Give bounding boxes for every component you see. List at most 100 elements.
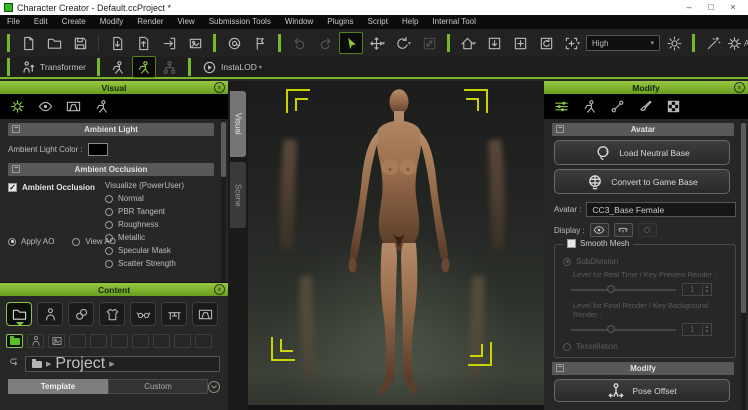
avatar-section-header[interactable]: −Avatar: [552, 123, 734, 136]
pose-offset-button[interactable]: Pose Offset: [554, 379, 730, 402]
apply-ao-radio-row[interactable]: Apply AO: [8, 237, 54, 246]
radio-icon[interactable]: [105, 195, 113, 203]
dock-tab-scene[interactable]: Scene: [230, 162, 246, 228]
modify-pose-tab[interactable]: [580, 97, 598, 117]
smooth-mesh-checkbox-row[interactable]: ✓ Smooth Mesh: [563, 239, 633, 248]
expand-content-chevron-icon[interactable]: [208, 381, 220, 393]
visualize-option-specular-mask[interactable]: Specular Mask: [105, 244, 184, 257]
visualize-option-pbr-tangent[interactable]: PBR Tangent: [105, 205, 184, 218]
avatar-name-field[interactable]: CC3_Base Female: [586, 202, 736, 217]
quality-dropdown[interactable]: High▾: [586, 35, 660, 51]
scrollbar-thumb[interactable]: [221, 122, 226, 177]
category-accessory-button[interactable]: [130, 302, 156, 326]
subcategory-actor-tab[interactable]: [27, 334, 44, 348]
menu-edit[interactable]: Edit: [27, 15, 55, 29]
menu-create[interactable]: Create: [55, 15, 93, 29]
modify-attribute-tab[interactable]: [552, 97, 570, 117]
visual-camera-tab[interactable]: [36, 97, 54, 117]
category-material-button[interactable]: [68, 302, 94, 326]
export-button[interactable]: [131, 32, 155, 54]
menu-window[interactable]: Window: [278, 15, 320, 29]
visual-shadow-tab[interactable]: [64, 97, 82, 117]
category-prop-button[interactable]: [161, 302, 187, 326]
menu-script[interactable]: Script: [361, 15, 395, 29]
display-lash-button[interactable]: [614, 223, 633, 237]
load-neutral-base-button[interactable]: Load Neutral Base: [554, 140, 730, 165]
select-tool-button[interactable]: [339, 32, 363, 54]
visualize-option-scatter-strength[interactable]: Scatter Strength: [105, 257, 184, 270]
radio-icon[interactable]: [72, 238, 80, 246]
radio-icon[interactable]: [8, 238, 16, 246]
radio-icon[interactable]: [105, 221, 113, 229]
breadcrumb-root[interactable]: Project: [55, 355, 105, 373]
visualize-option-metallic[interactable]: Metallic: [105, 231, 184, 244]
move-tool-button[interactable]: ▾: [365, 32, 389, 54]
visual-pose-tab[interactable]: [92, 97, 110, 117]
smooth-mesh-checkbox[interactable]: ✓: [567, 239, 576, 248]
category-cloth-button[interactable]: [99, 302, 125, 326]
close-button[interactable]: ×: [722, 1, 744, 14]
frame-all-button[interactable]: [508, 32, 532, 54]
breadcrumb-back-icon[interactable]: [8, 355, 20, 373]
dock-tab-visual[interactable]: Visual: [230, 91, 246, 157]
transformer-button[interactable]: Transformer: [16, 57, 91, 77]
instalod-dropdown-icon[interactable]: ▾: [259, 64, 262, 71]
radio-icon[interactable]: [105, 208, 113, 216]
tab-template[interactable]: Template: [8, 379, 108, 394]
frame-selected-button[interactable]: [482, 32, 506, 54]
modify-texture-tab[interactable]: [664, 97, 682, 117]
visualize-option-normal[interactable]: Normal: [105, 192, 184, 205]
menu-submission-tools[interactable]: Submission Tools: [202, 15, 278, 29]
visual-settings-tab[interactable]: [8, 97, 26, 117]
modify-section-header[interactable]: −Modify: [552, 362, 734, 375]
viewport[interactable]: [248, 81, 544, 410]
camera-view-button[interactable]: ▾: [560, 32, 584, 54]
radio-icon[interactable]: [105, 247, 113, 255]
mesh-hierarchy-button[interactable]: [158, 56, 182, 78]
menu-modify[interactable]: Modify: [93, 15, 131, 29]
rotate-tool-dropdown-icon[interactable]: ▾: [408, 40, 411, 47]
category-actor-button[interactable]: [37, 302, 63, 326]
modify-panel-scrollbar[interactable]: [741, 119, 746, 410]
subcategory-folder-tab[interactable]: [6, 334, 23, 348]
scale-tool-button[interactable]: [417, 32, 441, 54]
modify-panel-close-icon[interactable]: ×: [734, 82, 745, 93]
breadcrumb[interactable]: ▶ Project ▶: [25, 356, 220, 372]
menu-plugins[interactable]: Plugins: [320, 15, 360, 29]
category-stage-button[interactable]: [192, 302, 218, 326]
visual-panel-close-icon[interactable]: ×: [214, 82, 225, 93]
new-project-button[interactable]: [16, 32, 40, 54]
visual-panel-scrollbar[interactable]: [221, 119, 226, 282]
pose-tool-b-button[interactable]: [132, 56, 156, 78]
display-eye-button[interactable]: [590, 223, 609, 237]
smart-tool-button[interactable]: [701, 32, 725, 54]
modify-material-tab[interactable]: [636, 97, 654, 117]
collapse-icon[interactable]: −: [12, 125, 20, 133]
radio-icon[interactable]: [105, 260, 113, 268]
modify-bone-tab[interactable]: [608, 97, 626, 117]
home-camera-button[interactable]: ▾: [456, 32, 480, 54]
collapse-icon[interactable]: −: [12, 165, 20, 173]
import-button[interactable]: [105, 32, 129, 54]
ambient-occlusion-section-header[interactable]: −Ambient Occlusion: [8, 163, 214, 176]
redo-button[interactable]: [313, 32, 337, 54]
collapse-icon[interactable]: −: [556, 125, 564, 133]
open-project-button[interactable]: [42, 32, 66, 54]
menu-file[interactable]: File: [0, 15, 27, 29]
home-camera-dropdown-icon[interactable]: ▾: [473, 40, 476, 47]
ambient-light-section-header[interactable]: −Ambient Light: [8, 123, 214, 136]
content-panel-close-icon[interactable]: ×: [214, 284, 225, 295]
instalod-button[interactable]: InstaLOD▾: [197, 57, 267, 77]
subcategory-image-tab[interactable]: [48, 334, 65, 348]
collapse-icon[interactable]: −: [556, 364, 564, 372]
view-ao-radio-row[interactable]: View AO: [72, 237, 116, 246]
ambient-occlusion-checkbox[interactable]: ✓: [8, 183, 17, 192]
maximize-button[interactable]: □: [700, 1, 722, 14]
character-manager-button[interactable]: [222, 32, 246, 54]
reset-camera-button[interactable]: [534, 32, 558, 54]
render-image-button[interactable]: [183, 32, 207, 54]
visualize-option-roughness[interactable]: Roughness: [105, 218, 184, 231]
save-project-button[interactable]: [68, 32, 92, 54]
ambient-light-color-swatch[interactable]: [88, 143, 108, 156]
rotate-tool-button[interactable]: ▾: [391, 32, 415, 54]
